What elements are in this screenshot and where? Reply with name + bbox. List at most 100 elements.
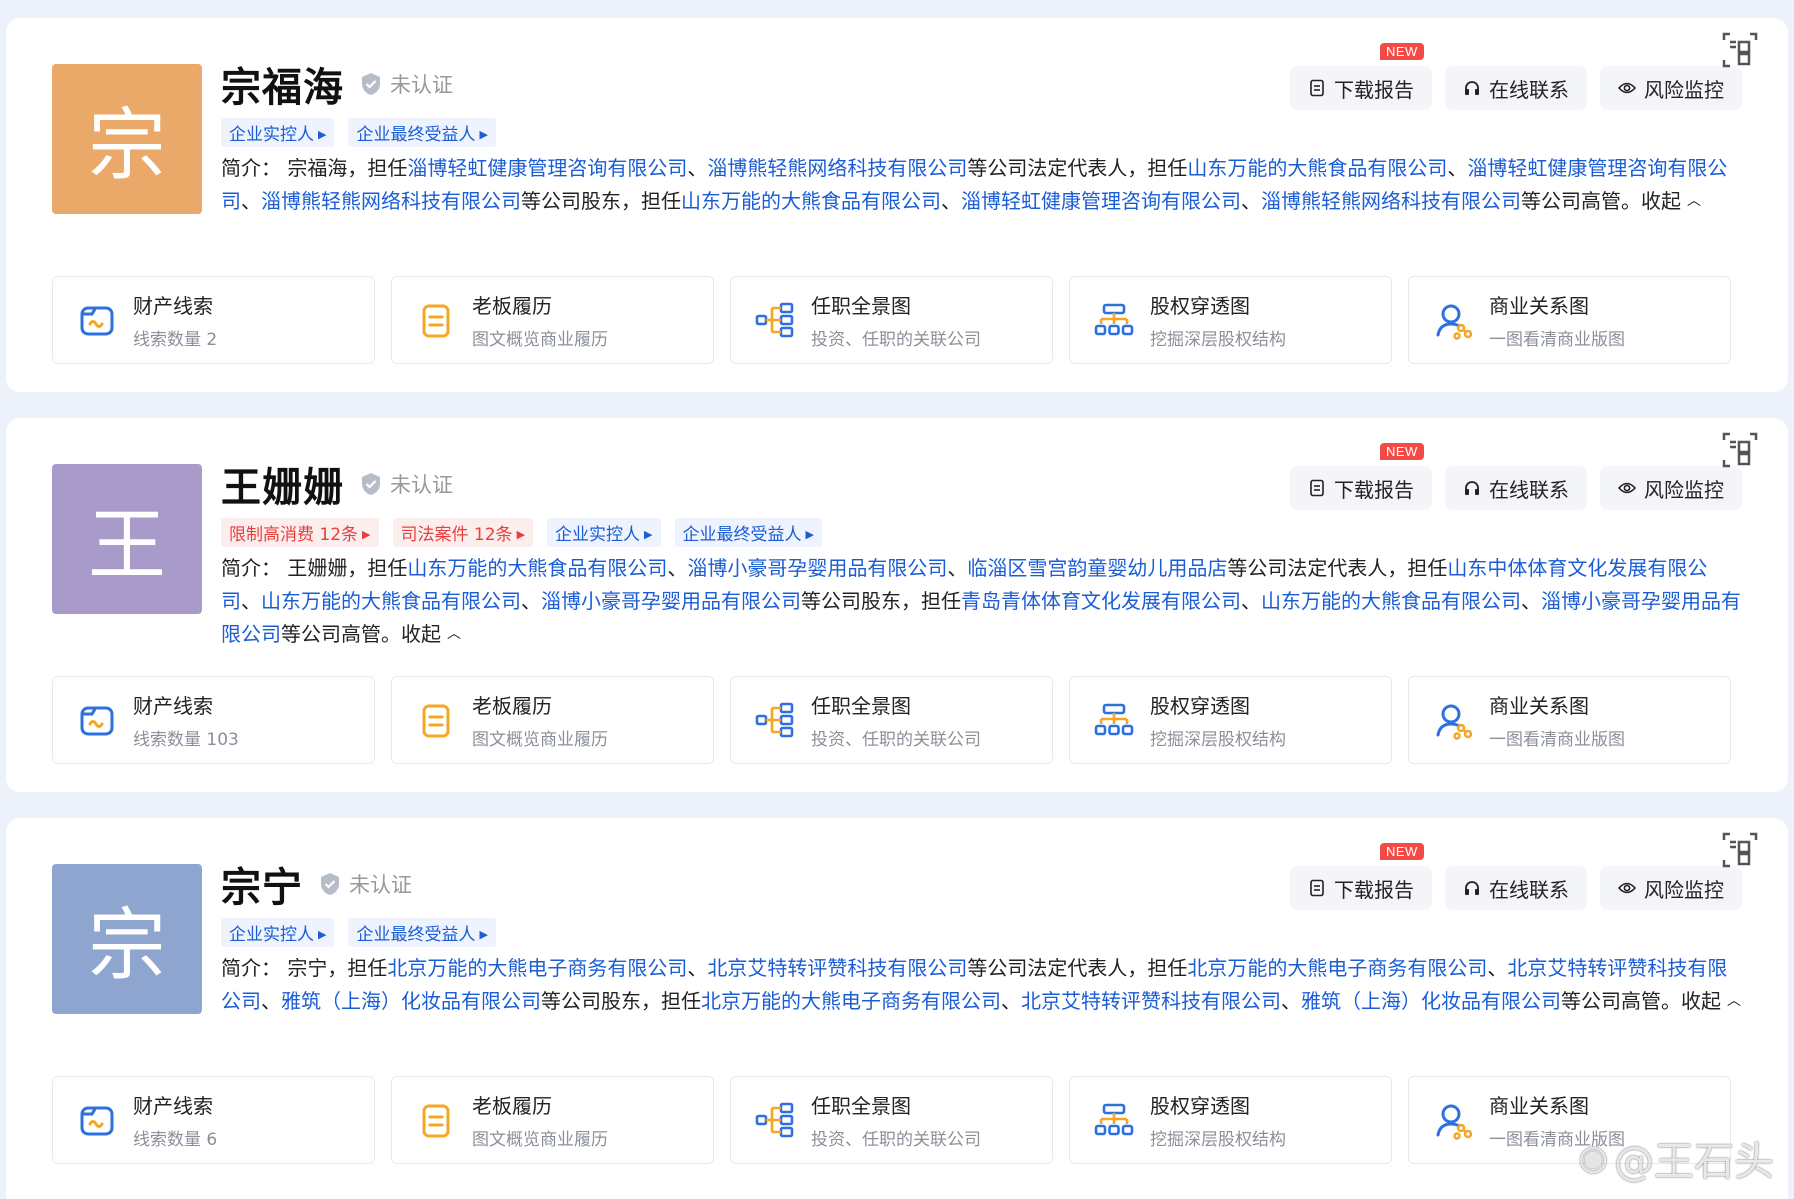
feature-subtitle: 挖掘深层股权结构: [1150, 330, 1286, 350]
company-link[interactable]: 临淄区雪宫韵童婴幼儿用品店: [967, 556, 1227, 580]
download-report-button[interactable]: 下载报告 NEW: [1290, 843, 1432, 910]
shield-check-icon: [360, 72, 382, 96]
org-tree-icon: [755, 300, 795, 340]
feature-card[interactable]: 财产线索 线索数量 6: [52, 1076, 375, 1164]
feature-card[interactable]: 商业关系图 一图看清商业版图: [1408, 676, 1731, 764]
bio-text: 、: [1521, 589, 1541, 613]
risk-monitor-button-label: 风险监控: [1644, 877, 1724, 902]
qr-code-icon[interactable]: [1722, 832, 1758, 868]
bio-text: 等公司法定代表人，担任: [967, 956, 1188, 980]
person-name[interactable]: 宗福海: [221, 55, 344, 113]
feature-card[interactable]: 老板履历 图文概览商业履历: [391, 276, 714, 364]
weibo-watermark: ◉ @王石头: [1578, 1129, 1774, 1187]
headset-icon: [1463, 879, 1481, 897]
feature-card[interactable]: 老板履历 图文概览商业履历: [391, 676, 714, 764]
company-link[interactable]: 青岛青体体育文化发展有限公司: [961, 589, 1241, 613]
company-link[interactable]: 北京万能的大熊电子商务有限公司: [701, 989, 1001, 1013]
company-link[interactable]: 北京万能的大熊电子商务有限公司: [1187, 956, 1487, 980]
feature-card[interactable]: 股权穿透图 挖掘深层股权结构: [1069, 676, 1392, 764]
tag[interactable]: 企业实控人 ▶: [547, 518, 661, 547]
tag[interactable]: 企业最终受益人 ▶: [348, 118, 496, 147]
company-link[interactable]: 北京艾特转评赞科技有限公司: [1021, 989, 1281, 1013]
qr-code-icon[interactable]: [1722, 432, 1758, 468]
caret-right-icon: ▶: [318, 128, 327, 141]
new-badge: NEW: [1380, 443, 1424, 460]
caret-right-icon: ▶: [479, 928, 488, 941]
company-link[interactable]: 山东万能的大熊食品有限公司: [681, 189, 941, 213]
org-tree-icon: [755, 700, 795, 740]
download-report-button[interactable]: 下载报告 NEW: [1290, 443, 1432, 510]
company-link[interactable]: 雅筑（上海）化妆品有限公司: [281, 989, 541, 1013]
feature-card[interactable]: 股权穿透图 挖掘深层股权结构: [1069, 276, 1392, 364]
new-badge: NEW: [1380, 843, 1424, 860]
tag[interactable]: 企业实控人 ▶: [221, 918, 335, 947]
risk-monitor-button[interactable]: 风险监控: [1600, 66, 1742, 110]
collapse-toggle[interactable]: 收起 ︿: [1681, 989, 1741, 1013]
company-link[interactable]: 山东万能的大熊食品有限公司: [261, 589, 521, 613]
feature-card[interactable]: 股权穿透图 挖掘深层股权结构: [1069, 1076, 1392, 1164]
feature-title: 股权穿透图: [1150, 694, 1250, 718]
company-link[interactable]: 北京万能的大熊电子商务有限公司: [387, 956, 687, 980]
person-name[interactable]: 宗宁: [221, 855, 303, 913]
feature-subtitle: 投资、任职的关联公司: [811, 330, 981, 350]
tag[interactable]: 企业实控人 ▶: [221, 118, 335, 147]
eye-icon: [1618, 479, 1636, 497]
file-icon: [1308, 479, 1326, 497]
feature-card[interactable]: 任职全景图 投资、任职的关联公司: [730, 276, 1053, 364]
bio-text: 简介： 王姗姗，担任: [221, 556, 408, 580]
company-link[interactable]: 淄博小豪哥孕婴用品有限公司: [687, 556, 947, 580]
online-contact-button[interactable]: 在线联系: [1445, 466, 1587, 510]
tag[interactable]: 限制高消费 12条 ▶: [221, 518, 379, 547]
online-contact-button[interactable]: 在线联系: [1445, 866, 1587, 910]
feature-title: 老板履历: [472, 1094, 552, 1118]
tag-label: 限制高消费 12条: [229, 525, 359, 545]
tag[interactable]: 企业最终受益人 ▶: [674, 518, 822, 547]
feature-subtitle: 图文概览商业履历: [472, 730, 608, 750]
online-contact-button[interactable]: 在线联系: [1445, 66, 1587, 110]
avatar[interactable]: 宗: [52, 64, 202, 214]
bio-text: 等公司高管。: [1561, 989, 1681, 1013]
tag[interactable]: 企业最终受益人 ▶: [348, 918, 496, 947]
risk-monitor-button-label: 风险监控: [1644, 477, 1724, 502]
person-name[interactable]: 王姗姗: [221, 455, 344, 513]
risk-monitor-button[interactable]: 风险监控: [1600, 466, 1742, 510]
company-link[interactable]: 山东万能的大熊食品有限公司: [1261, 589, 1521, 613]
bio-text: 、: [1241, 589, 1261, 613]
company-link[interactable]: 山东万能的大熊食品有限公司: [407, 556, 667, 580]
company-link[interactable]: 淄博熊轻熊网络科技有限公司: [707, 156, 967, 180]
bio-text: 等公司高管。: [281, 622, 401, 646]
action-bar: 下载报告 NEW 在线联系 风险监控: [1290, 843, 1742, 910]
company-link[interactable]: 淄博小豪哥孕婴用品有限公司: [541, 589, 801, 613]
collapse-toggle[interactable]: 收起 ︿: [401, 622, 461, 646]
equity-chart-icon: [1094, 1100, 1134, 1140]
caret-right-icon: ▶: [318, 928, 327, 941]
headset-icon: [1463, 79, 1481, 97]
bio-text: 、: [941, 189, 961, 213]
company-link[interactable]: 山东万能的大熊食品有限公司: [1187, 156, 1447, 180]
bio-text: 、: [1447, 156, 1468, 180]
collapse-label: 收起: [1641, 189, 1681, 213]
feature-card[interactable]: 任职全景图 投资、任职的关联公司: [730, 676, 1053, 764]
company-link[interactable]: 淄博轻虹健康管理咨询有限公司: [961, 189, 1241, 213]
feature-card[interactable]: 任职全景图 投资、任职的关联公司: [730, 1076, 1053, 1164]
feature-card[interactable]: 老板履历 图文概览商业履历: [391, 1076, 714, 1164]
shield-check-icon: [319, 872, 341, 896]
equity-chart-icon: [1094, 700, 1134, 740]
company-link[interactable]: 雅筑（上海）化妆品有限公司: [1301, 989, 1561, 1013]
download-report-button[interactable]: 下载报告 NEW: [1290, 43, 1432, 110]
company-link[interactable]: 北京艾特转评赞科技有限公司: [707, 956, 967, 980]
avatar[interactable]: 王: [52, 464, 202, 614]
tag-list: 企业实控人 ▶ 企业最终受益人 ▶: [221, 118, 496, 147]
collapse-toggle[interactable]: 收起 ︿: [1641, 189, 1701, 213]
tag[interactable]: 司法案件 12条 ▶: [392, 518, 534, 547]
company-link[interactable]: 淄博轻虹健康管理咨询有限公司: [407, 156, 687, 180]
avatar[interactable]: 宗: [52, 864, 202, 1014]
company-link[interactable]: 淄博熊轻熊网络科技有限公司: [1261, 189, 1521, 213]
feature-card[interactable]: 财产线索 线索数量 2: [52, 276, 375, 364]
feature-card[interactable]: 财产线索 线索数量 103: [52, 676, 375, 764]
bio-text: 等公司股东，担任: [521, 189, 681, 213]
feature-card[interactable]: 商业关系图 一图看清商业版图: [1408, 276, 1731, 364]
risk-monitor-button[interactable]: 风险监控: [1600, 866, 1742, 910]
qr-code-icon[interactable]: [1722, 32, 1758, 68]
company-link[interactable]: 淄博熊轻熊网络科技有限公司: [261, 189, 521, 213]
